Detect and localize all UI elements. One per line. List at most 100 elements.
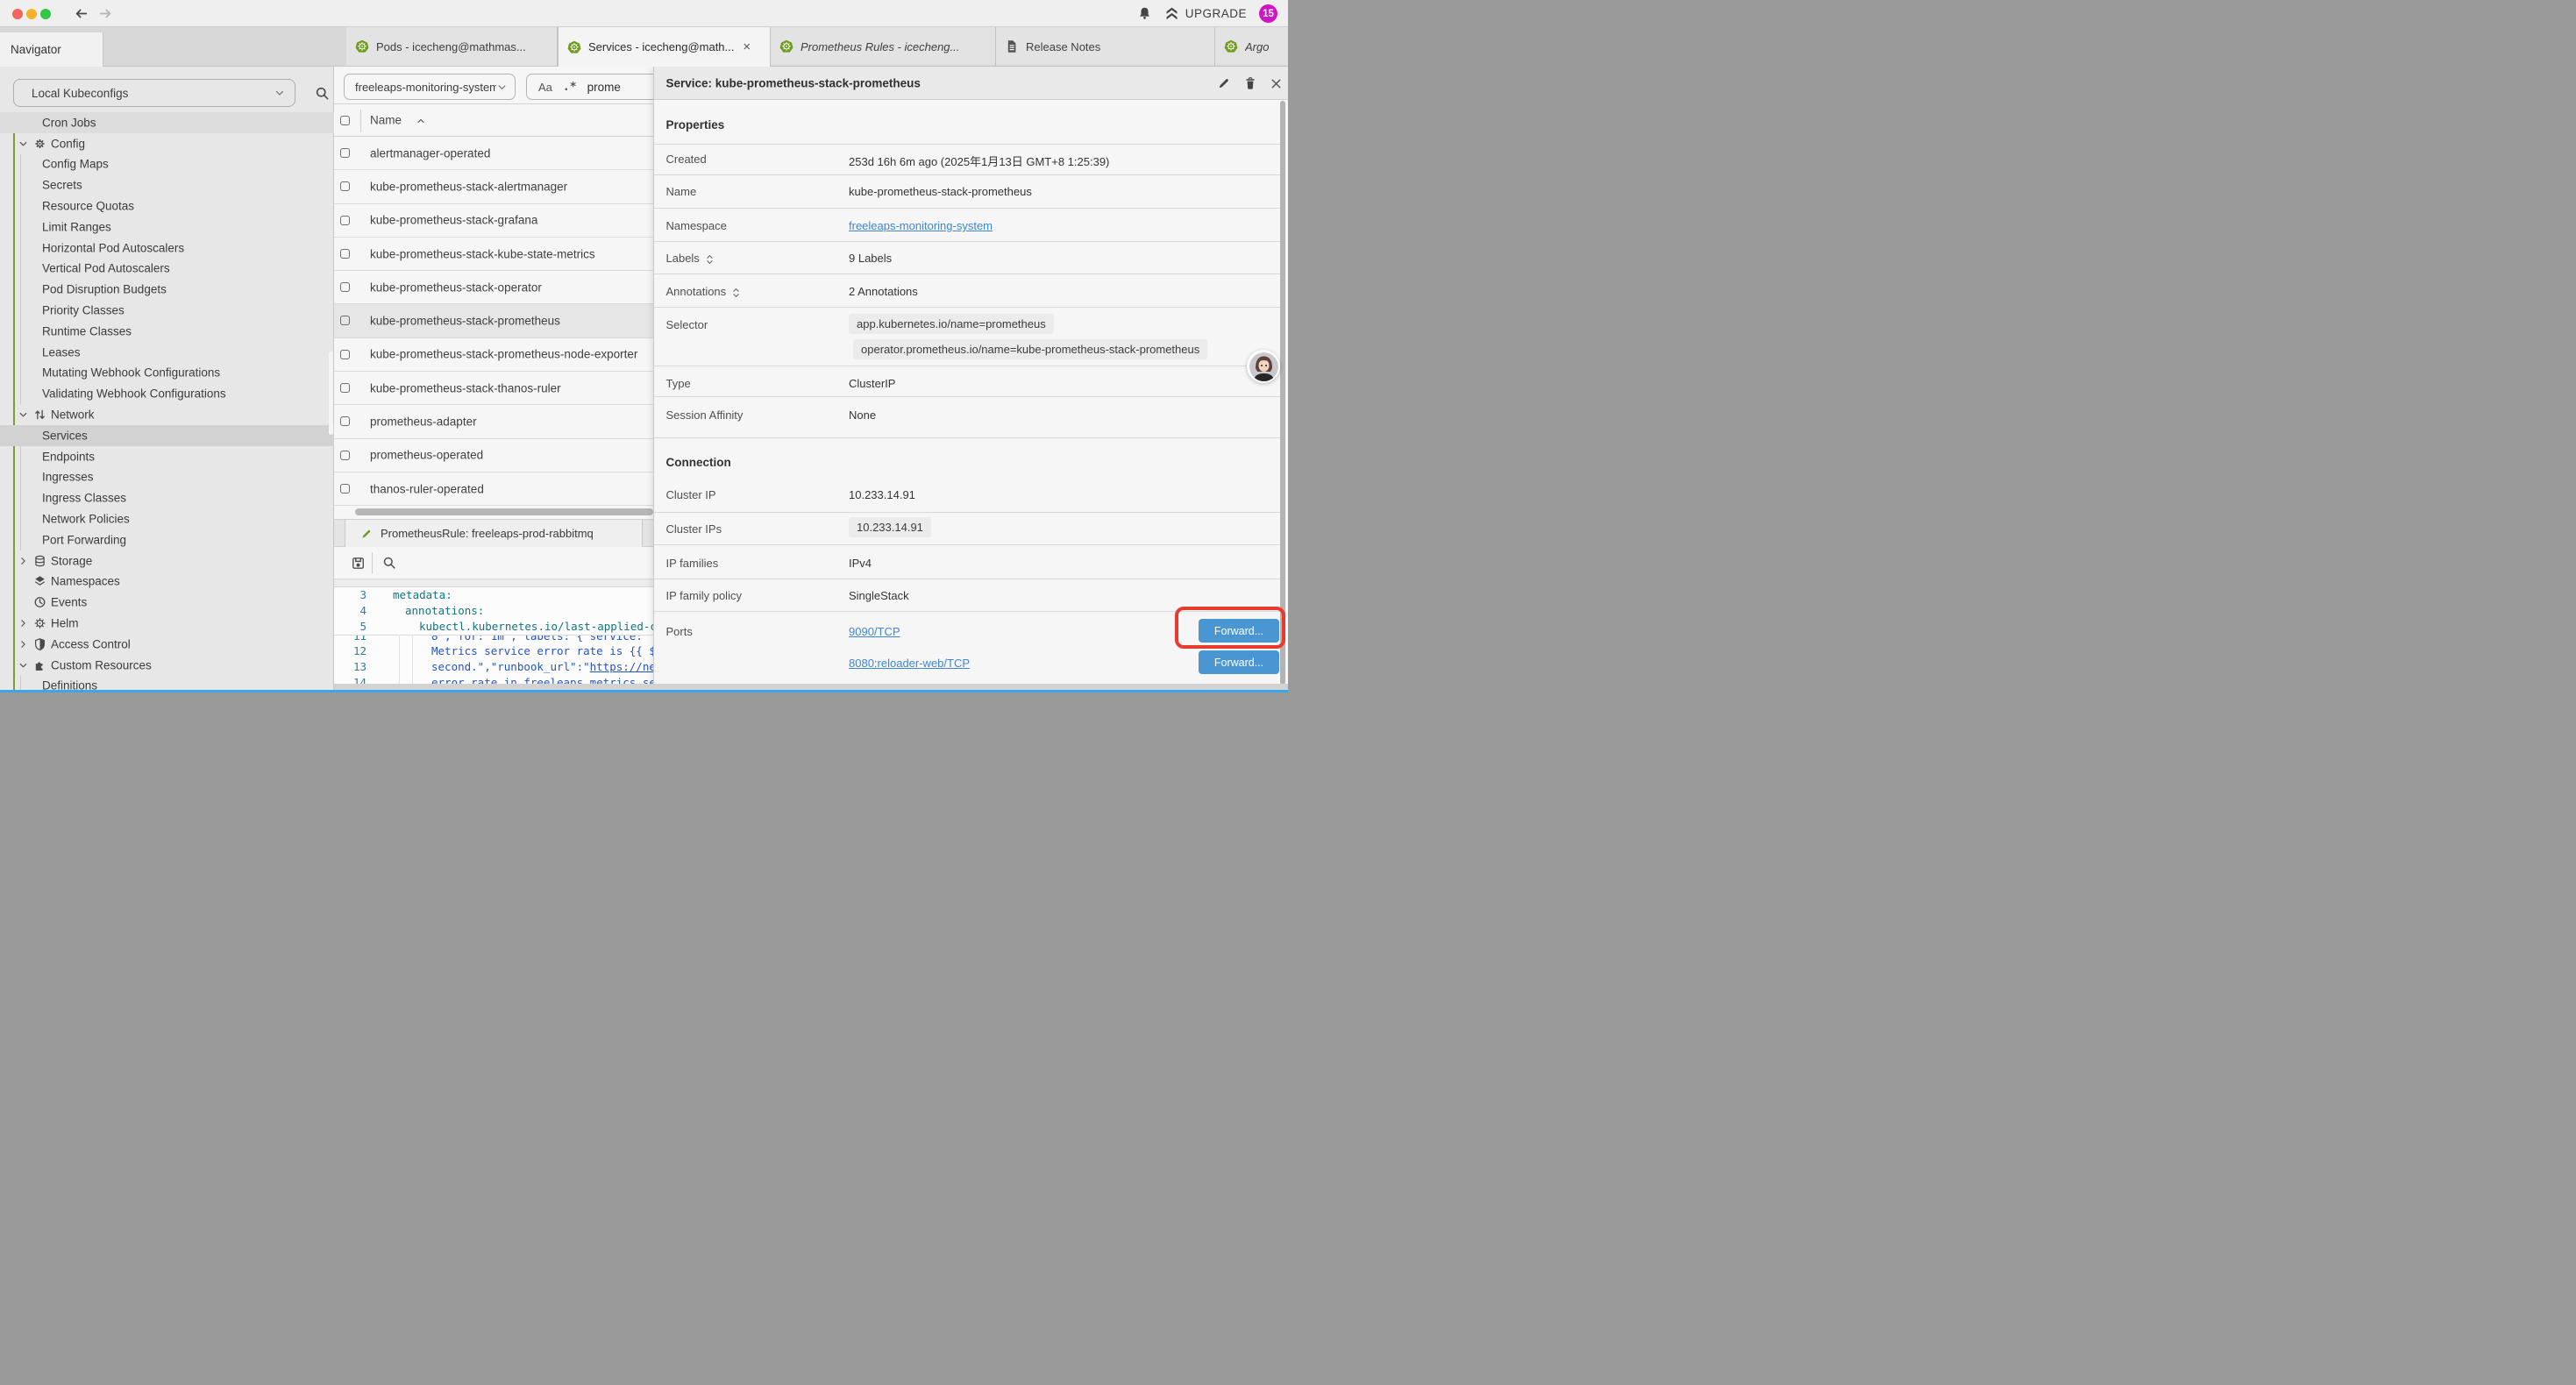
tree-expander-icon[interactable]	[18, 409, 29, 421]
name-column-header[interactable]: Name	[370, 114, 402, 127]
row-checkbox[interactable]	[340, 148, 350, 158]
tree-expander-icon[interactable]	[18, 638, 29, 650]
sidebar-tree-item[interactable]: Port Forwarding	[0, 529, 334, 550]
row-checkbox[interactable]	[340, 282, 350, 292]
sidebar-tree-item[interactable]: Config	[0, 133, 334, 154]
sidebar-tree-item[interactable]: Mutating Webhook Configurations	[0, 363, 334, 384]
detail-scrollbar[interactable]	[1280, 101, 1285, 685]
zoom-window-button[interactable]	[40, 9, 51, 19]
app-tab[interactable]: Pods - icecheng@mathmas...	[346, 27, 558, 66]
row-checkbox[interactable]	[340, 249, 350, 259]
match-case-toggle[interactable]: Aa	[538, 81, 552, 94]
minimize-window-button[interactable]	[26, 9, 37, 19]
app-tab[interactable]: Release Notes	[996, 27, 1215, 66]
sidebar-scrollbar[interactable]	[329, 352, 333, 435]
table-row[interactable]: prometheus-adapter	[334, 405, 653, 438]
table-row[interactable]: kube-prometheus-stack-alertmanager	[334, 170, 653, 203]
expand-collapse-icon[interactable]	[705, 253, 715, 266]
tab-close-icon[interactable]: ×	[743, 39, 751, 54]
sidebar-tree-item[interactable]: Events	[0, 592, 334, 613]
edit-pencil-icon[interactable]	[1217, 76, 1231, 90]
tree-expander-icon[interactable]	[18, 618, 29, 629]
table-row[interactable]: kube-prometheus-stack-operator	[334, 271, 653, 304]
delete-trash-icon[interactable]	[1243, 76, 1257, 90]
sidebar-tree-item[interactable]: Config Maps	[0, 154, 334, 175]
sidebar-tree-item[interactable]: Network	[0, 404, 334, 425]
namespace-link[interactable]: freeleaps-monitoring-system	[849, 219, 993, 232]
user-avatar[interactable]	[1247, 350, 1280, 383]
horizontal-scrollbar[interactable]	[355, 508, 653, 515]
notifications-bell-icon[interactable]	[1137, 6, 1152, 21]
row-checkbox[interactable]	[340, 383, 350, 393]
row-checkbox[interactable]	[340, 416, 350, 426]
sidebar-tree-item[interactable]: Horizontal Pod Autoscalers	[0, 238, 334, 259]
port-link[interactable]: 8080:reloader-web/TCP	[849, 657, 970, 670]
tree-item-icon	[33, 575, 46, 588]
sidebar-tree-item[interactable]: Custom Resources	[0, 655, 334, 676]
sidebar-tree-item[interactable]: Storage	[0, 550, 334, 572]
yaml-editor[interactable]: 3metadata: 4annotations: 5kubectl.kubern…	[334, 587, 653, 692]
app-tab[interactable]: Services - icecheng@math... ×	[558, 27, 771, 67]
editor-tab[interactable]: PrometheusRule: freeleaps-prod-rabbitmq	[345, 520, 643, 547]
app-tab[interactable]: Argo Se	[1215, 27, 1288, 66]
selector-chip: app.kubernetes.io/name=prometheus	[849, 314, 1054, 334]
table-row[interactable]: prometheus-operated	[334, 439, 653, 472]
table-row[interactable]: kube-prometheus-stack-grafana	[334, 204, 653, 238]
sidebar-tree-item[interactable]: Ingress Classes	[0, 487, 334, 508]
close-icon[interactable]	[1269, 76, 1284, 91]
sidebar-tree-item[interactable]: Services	[0, 425, 334, 446]
expand-collapse-icon[interactable]	[731, 287, 741, 299]
app-tab[interactable]: Prometheus Rules - icecheng...	[771, 27, 996, 66]
editor-search-icon[interactable]	[382, 556, 396, 570]
table-row[interactable]: kube-prometheus-stack-thanos-ruler	[334, 372, 653, 405]
row-checkbox[interactable]	[340, 350, 350, 359]
tree-expander-icon[interactable]	[18, 659, 29, 671]
regex-toggle[interactable]: .*	[563, 81, 577, 94]
sidebar-tree-item[interactable]: Validating Webhook Configurations	[0, 383, 334, 404]
sidebar-tree-item[interactable]: Cron Jobs	[0, 112, 334, 133]
close-window-button[interactable]	[12, 9, 23, 19]
table-row[interactable]: thanos-ruler-operated	[334, 472, 653, 506]
sidebar-tree-item[interactable]: Priority Classes	[0, 300, 334, 321]
sidebar-tree-item[interactable]: Endpoints	[0, 446, 334, 467]
sidebar-panel-tab-navigator[interactable]: Navigator	[0, 32, 103, 67]
table-row[interactable]: kube-prometheus-stack-prometheus-node-ex…	[334, 338, 653, 372]
sidebar-tree-item[interactable]: Limit Ranges	[0, 217, 334, 238]
sidebar-tree-item[interactable]: Network Policies	[0, 508, 334, 529]
upgrade-button[interactable]: UPGRADE	[1164, 6, 1247, 21]
sidebar-search-icon[interactable]	[315, 86, 330, 101]
save-icon[interactable]	[351, 556, 366, 571]
row-checkbox[interactable]	[340, 216, 350, 225]
tree-expander-icon[interactable]	[18, 555, 29, 566]
table-row[interactable]: kube-prometheus-stack-kube-state-metrics	[334, 238, 653, 271]
notification-count-badge[interactable]: 15	[1259, 4, 1277, 23]
row-checkbox[interactable]	[340, 484, 350, 494]
sidebar-tree-item[interactable]: Leases	[0, 342, 334, 363]
kubeconfig-selector[interactable]: Local Kubeconfigs	[13, 79, 295, 107]
row-checkbox[interactable]	[340, 451, 350, 460]
row-checkbox[interactable]	[340, 181, 350, 191]
tree-expander-icon[interactable]	[18, 138, 29, 149]
sidebar-tree-item[interactable]: Namespaces	[0, 572, 334, 593]
sidebar-tree-item[interactable]: Pod Disruption Budgets	[0, 279, 334, 300]
filter-search-input[interactable]: Aa .* prome	[526, 74, 666, 100]
sidebar-tree-item[interactable]: Vertical Pod Autoscalers	[0, 259, 334, 280]
sidebar-tree-item[interactable]: Secrets	[0, 174, 334, 195]
back-icon[interactable]	[74, 6, 89, 21]
sidebar-tree-item[interactable]: Access Control	[0, 634, 334, 655]
row-checkbox[interactable]	[340, 316, 350, 325]
sidebar-tree-item[interactable]: Ingresses	[0, 467, 334, 488]
port-link[interactable]: 9090/TCP	[849, 625, 900, 638]
namespace-selector[interactable]: freeleaps-monitoring-system	[344, 74, 516, 100]
sidebar-tree-item[interactable]: Runtime Classes	[0, 321, 334, 342]
sort-ascending-icon[interactable]	[416, 116, 426, 126]
code-text: kubectl.kubernetes.io/last-applied-con	[377, 620, 670, 633]
port-forward-button[interactable]: Forward...	[1199, 650, 1279, 674]
table-row[interactable]: alertmanager-operated	[334, 137, 653, 170]
code-link[interactable]: https://net	[590, 660, 663, 673]
sidebar-tree-item[interactable]: Helm	[0, 613, 334, 634]
select-all-checkbox[interactable]	[340, 116, 350, 125]
table-row[interactable]: kube-prometheus-stack-prometheus	[334, 304, 653, 337]
sidebar-tree-item[interactable]: Resource Quotas	[0, 195, 334, 217]
forward-icon[interactable]	[98, 6, 113, 21]
